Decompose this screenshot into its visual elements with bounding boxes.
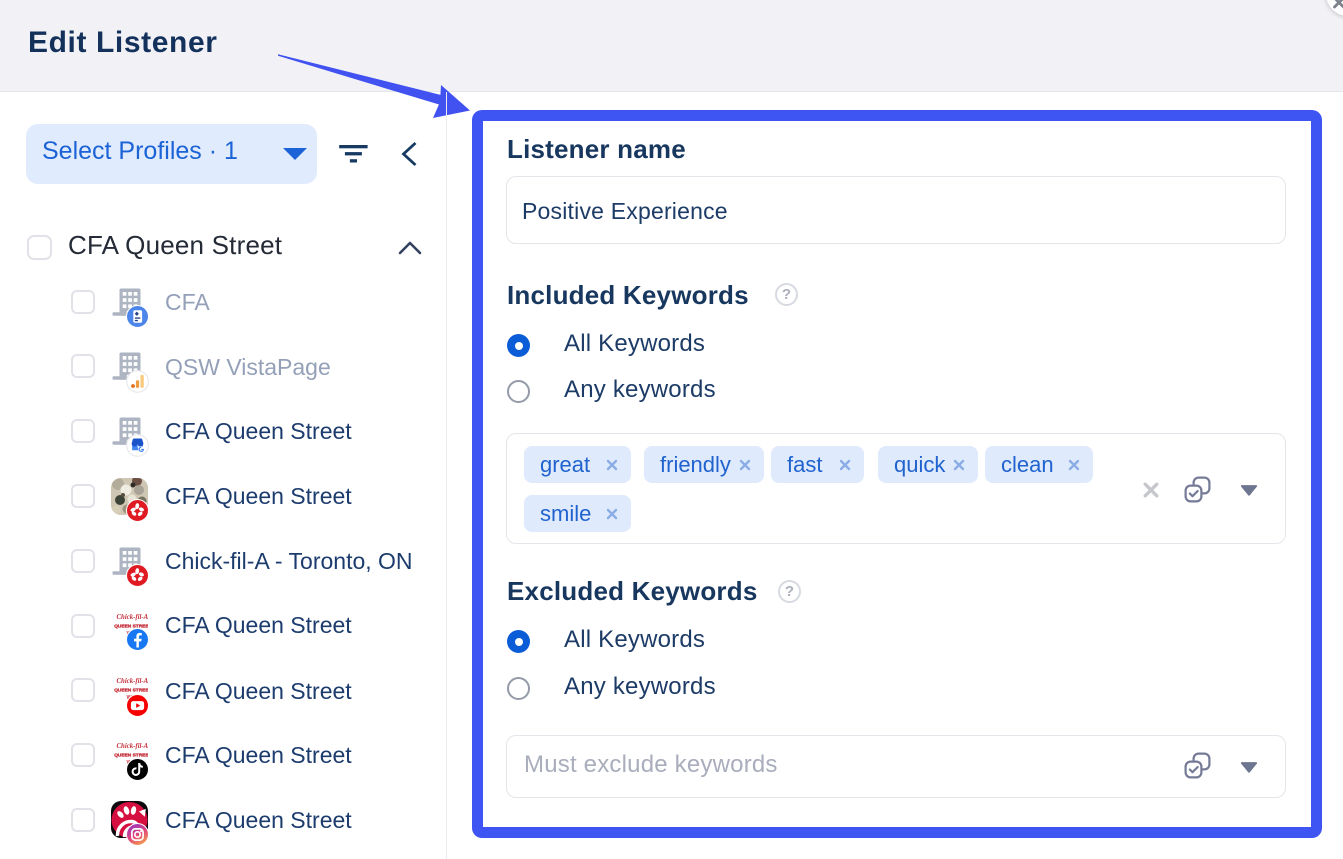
svg-text:Chick-fil-A: Chick-fil-A xyxy=(117,743,149,750)
svg-text:QUEEN STREET: QUEEN STREET xyxy=(114,688,148,694)
svg-text:Chick-fil-A: Chick-fil-A xyxy=(117,614,149,621)
svg-text:Chick-fil-A: Chick-fil-A xyxy=(117,678,149,685)
